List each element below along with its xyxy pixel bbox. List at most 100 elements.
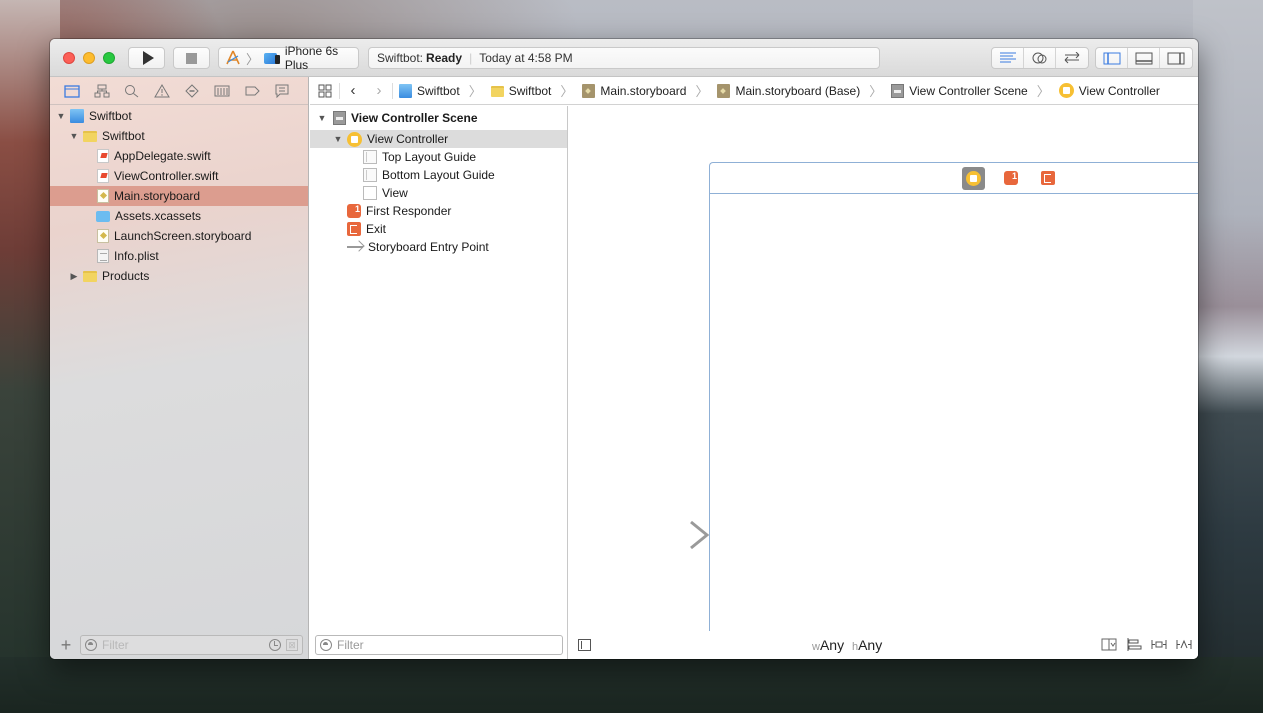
tree-item-group-swiftbot[interactable]: ▼ Swiftbot xyxy=(50,126,308,146)
toolbar: 〉 iPhone 6s Plus Swiftbot: Ready | Today… xyxy=(50,39,1198,77)
stack-button[interactable] xyxy=(1100,637,1117,652)
breadcrumb-item[interactable]: Swiftbot xyxy=(417,84,460,98)
standard-editor-button[interactable] xyxy=(992,48,1024,68)
view-controller-scene[interactable] xyxy=(709,162,1198,642)
storyboard-file-icon xyxy=(582,83,596,98)
outline-item-exit[interactable]: Exit xyxy=(310,220,567,238)
zoom-window-button[interactable] xyxy=(103,52,115,64)
view-icon xyxy=(363,186,377,200)
disclosure-expanded-icon[interactable]: ▼ xyxy=(56,111,66,121)
chevron-right-icon: 〉 xyxy=(246,51,260,67)
version-editor-button[interactable] xyxy=(1056,48,1088,68)
assistant-editor-button[interactable] xyxy=(1024,48,1056,68)
breadcrumb-item[interactable]: Swiftbot xyxy=(509,84,552,98)
pin-button[interactable] xyxy=(1150,637,1167,652)
dock-view-controller-button[interactable] xyxy=(962,167,985,190)
activity-viewer: Swiftbot: Ready | Today at 4:58 PM xyxy=(368,47,880,69)
breakpoint-icon xyxy=(245,86,260,95)
tree-item-label: Info.plist xyxy=(114,249,159,263)
run-button[interactable] xyxy=(128,47,165,69)
first-responder-icon xyxy=(347,204,361,218)
breakpoint-navigator-tab[interactable] xyxy=(244,83,260,99)
storyboard-file-icon xyxy=(97,229,109,243)
outline-item-label: Top Layout Guide xyxy=(382,150,477,164)
size-class-control[interactable]: wAny hAny xyxy=(812,637,882,653)
debug-panel-icon xyxy=(1135,52,1152,64)
outline-item-scene[interactable]: ▼ View Controller Scene xyxy=(310,106,567,130)
outline-item-first-responder[interactable]: First Responder xyxy=(310,202,567,220)
breadcrumb-item[interactable]: Main.storyboard xyxy=(600,84,686,98)
back-button[interactable]: ‹ xyxy=(340,82,366,99)
tree-item-label: Main.storyboard xyxy=(114,189,201,203)
dock-first-responder-icon[interactable] xyxy=(1004,171,1018,185)
outline-item-bottom-layout-guide[interactable]: Bottom Layout Guide xyxy=(310,166,567,184)
outline-filter-placeholder: Filter xyxy=(337,638,364,652)
tree-item-appdelegate[interactable]: AppDelegate.swift xyxy=(50,146,308,166)
play-icon xyxy=(142,51,154,65)
report-navigator-tab[interactable] xyxy=(274,83,290,99)
tree-item-products[interactable]: ▶ Products xyxy=(50,266,308,286)
outline-item-view-controller[interactable]: ▼ View Controller xyxy=(310,130,567,148)
symbol-navigator-tab[interactable] xyxy=(94,83,110,99)
device-label[interactable]: iPhone 6s Plus xyxy=(285,44,358,72)
activity-divider: | xyxy=(469,51,473,65)
tree-item-label: ViewController.swift xyxy=(114,169,219,183)
tree-item-info-plist[interactable]: Info.plist xyxy=(50,246,308,266)
minimize-window-button[interactable] xyxy=(83,52,95,64)
align-button[interactable] xyxy=(1125,637,1142,652)
toggle-navigator-button[interactable] xyxy=(1096,48,1128,68)
debug-navigator-tab[interactable] xyxy=(214,83,230,99)
chevron-right-icon: 〉 xyxy=(869,84,883,99)
test-navigator-tab[interactable] xyxy=(184,83,200,99)
toggle-utilities-button[interactable] xyxy=(1160,48,1192,68)
stop-button[interactable] xyxy=(173,47,210,69)
tree-item-viewcontroller[interactable]: ViewController.swift xyxy=(50,166,308,186)
disclosure-expanded-icon[interactable]: ▼ xyxy=(317,113,327,123)
find-navigator-tab[interactable] xyxy=(124,83,140,99)
source-control-filter-icon[interactable]: ⊠ xyxy=(286,639,298,651)
related-items-button[interactable] xyxy=(310,82,340,99)
width-class-label: w xyxy=(812,641,820,653)
jump-bar: ‹ › Swiftbot 〉 Swiftbot 〉 Main.storyboar… xyxy=(310,77,1198,105)
document-outline: ▼ View Controller Scene ▼ View Controlle… xyxy=(310,106,568,659)
toggle-outline-button[interactable] xyxy=(578,639,591,651)
outline-item-top-layout-guide[interactable]: Top Layout Guide xyxy=(310,148,567,166)
tree-item-assets[interactable]: Assets.xcassets xyxy=(50,206,308,226)
resolve-issues-button[interactable] xyxy=(1175,637,1192,652)
add-file-button[interactable]: + xyxy=(58,636,74,654)
file-tree: ▼ Swiftbot ▼ Swiftbot AppDelegate.swift … xyxy=(50,105,308,286)
outline-filter-field[interactable]: Filter xyxy=(315,635,563,655)
navigator-filter-field[interactable]: Filter ⊠ xyxy=(80,635,303,655)
close-window-button[interactable] xyxy=(63,52,75,64)
disclosure-expanded-icon[interactable]: ▼ xyxy=(69,131,79,141)
layout-guide-icon xyxy=(363,168,377,182)
tree-item-main-storyboard[interactable]: Main.storyboard xyxy=(50,186,308,206)
project-icon xyxy=(70,109,84,123)
issue-navigator-tab[interactable] xyxy=(154,83,170,99)
view-toggle-segmented-control xyxy=(1095,47,1193,69)
tree-item-launchscreen[interactable]: LaunchScreen.storyboard xyxy=(50,226,308,246)
breadcrumb-item[interactable]: View Controller Scene xyxy=(909,84,1028,98)
forward-button[interactable]: › xyxy=(366,82,392,99)
chevron-right-icon: 〉 xyxy=(695,84,709,99)
outline-item-entry-point[interactable]: Storyboard Entry Point xyxy=(310,238,567,256)
disclosure-collapsed-icon[interactable]: ▶ xyxy=(69,271,79,282)
breadcrumb-item[interactable]: Main.storyboard (Base) xyxy=(735,84,860,98)
disclosure-expanded-icon[interactable]: ▼ xyxy=(333,134,343,144)
storyboard-entry-arrow[interactable] xyxy=(611,520,709,550)
stop-icon xyxy=(186,52,197,64)
recent-files-clock-icon[interactable] xyxy=(269,639,281,651)
outline-item-view[interactable]: View xyxy=(310,184,567,202)
project-icon xyxy=(399,83,412,98)
device-icon xyxy=(264,52,280,64)
plist-icon xyxy=(97,249,109,263)
auto-layout-tools xyxy=(1100,637,1192,652)
scheme-selector[interactable]: 〉 iPhone 6s Plus xyxy=(218,44,359,72)
storyboard-canvas[interactable]: wAny hAny xyxy=(569,106,1198,659)
project-navigator-tab[interactable] xyxy=(64,83,80,99)
breadcrumb-item[interactable]: View Controller xyxy=(1079,84,1160,98)
tree-item-project[interactable]: ▼ Swiftbot xyxy=(50,106,308,126)
layout-guide-icon xyxy=(363,150,377,164)
toggle-debug-area-button[interactable] xyxy=(1128,48,1160,68)
dock-exit-icon[interactable] xyxy=(1041,171,1055,185)
